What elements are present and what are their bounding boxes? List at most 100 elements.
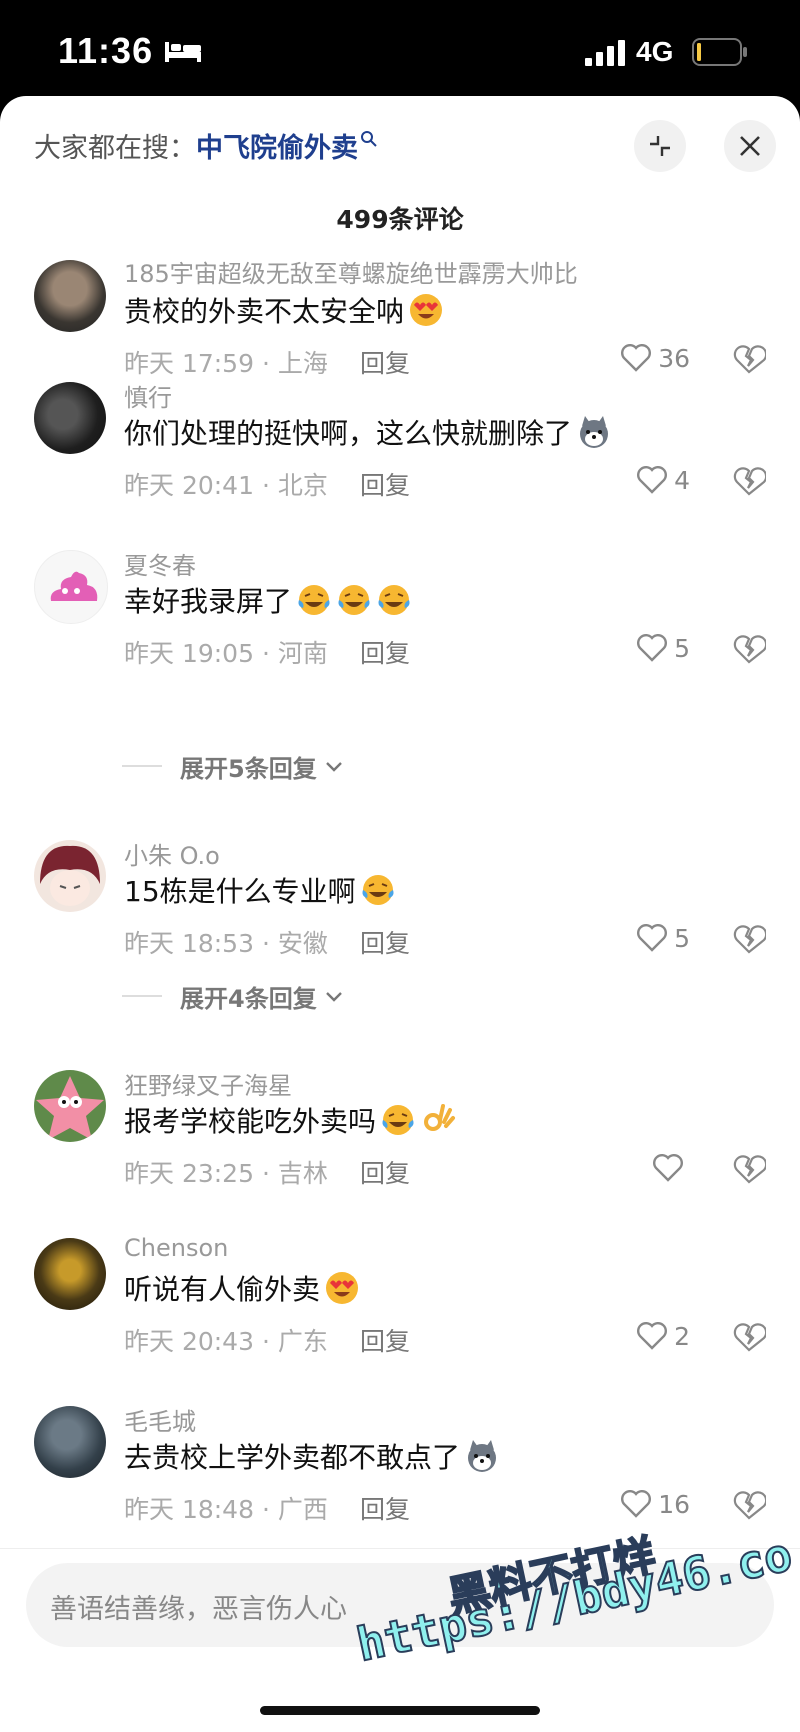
comment-text-content: 你们处理的挺快啊，这么快就删除了: [124, 417, 573, 450]
laughing-tears-emoji-icon: [338, 585, 370, 615]
laughing-tears-emoji-icon: [298, 585, 330, 615]
reply-button[interactable]: 回复: [360, 344, 410, 380]
broken-heart-icon[interactable]: [732, 1320, 766, 1354]
comment-item: 夏冬春 幸好我录屏了 昨天 19:05 · 河南 回复 5: [0, 550, 800, 710]
trending-search-term[interactable]: 中飞院偷外卖: [196, 126, 358, 165]
comment-count: 499条评论: [336, 205, 464, 234]
comment-meta: 昨天 20:43 · 广东: [124, 1327, 328, 1356]
like-button[interactable]: 5: [636, 632, 690, 664]
comment-meta: 昨天 23:25 · 吉林: [124, 1159, 328, 1188]
comment-username[interactable]: 小朱 O.o: [124, 836, 220, 871]
like-count: 4: [674, 465, 690, 495]
comment-meta: 昨天 19:05 · 河南: [124, 639, 328, 668]
like-button[interactable]: 36: [620, 342, 690, 374]
broken-heart-icon[interactable]: [732, 1488, 766, 1522]
like-button[interactable]: 5: [636, 922, 690, 954]
like-button[interactable]: 2: [636, 1320, 690, 1352]
like-count: 2: [674, 1321, 690, 1351]
reply-button[interactable]: 回复: [360, 1322, 410, 1358]
like-button[interactable]: [652, 1152, 690, 1184]
avatar[interactable]: [34, 260, 106, 332]
like-button[interactable]: 4: [636, 464, 690, 496]
like-count: 16: [658, 1489, 690, 1519]
reply-button[interactable]: 回复: [360, 634, 410, 670]
cellular-signal-icon: [585, 40, 625, 66]
heart-icon: [621, 1490, 652, 1518]
comment-item: Chenson 听说有人偷外卖 昨天 20:43 · 广东 回复 2: [0, 1234, 800, 1398]
avatar[interactable]: [34, 382, 106, 454]
comment-username[interactable]: 慎行: [124, 378, 172, 413]
comment-meta: 昨天 17:59 · 上海: [124, 349, 328, 378]
expand-replies-button[interactable]: 展开5条回复: [122, 746, 522, 786]
reply-button[interactable]: 回复: [360, 466, 410, 502]
chevron-down-icon: [325, 762, 342, 772]
close-icon: [740, 136, 760, 156]
avatar[interactable]: [34, 1070, 106, 1142]
reply-button[interactable]: 回复: [360, 1490, 410, 1526]
chevron-down-icon: [325, 992, 342, 1002]
comment-text-content: 报考学校能吃外卖吗: [124, 1105, 377, 1138]
like-button[interactable]: 16: [620, 1488, 690, 1520]
comment-username[interactable]: 狂野绿叉子海星: [124, 1066, 292, 1101]
comment-input-bar: 善语结善缘，恶言伤人心 黑料不打烊 https://bdy46.co: [0, 1526, 800, 1732]
comment-text-content: 去贵校上学外卖都不敢点了: [124, 1441, 461, 1474]
trending-search-label: 大家都在搜：: [34, 132, 196, 164]
avatar-image: [40, 845, 100, 906]
broken-heart-icon[interactable]: [732, 1152, 766, 1186]
comment-meta: 昨天 20:41 · 北京: [124, 471, 328, 500]
collapse-button[interactable]: [634, 120, 686, 172]
like-count: 5: [674, 923, 690, 953]
heart-icon: [637, 1322, 668, 1350]
expand-replies-label: 展开5条回复: [180, 754, 317, 783]
broken-heart-icon[interactable]: [732, 922, 766, 956]
heart-icon: [637, 924, 668, 952]
laughing-tears-emoji-icon: [362, 875, 394, 905]
broken-heart-icon[interactable]: [732, 464, 766, 498]
comment-username[interactable]: 185宇宙超级无敌至尊螺旋绝世霹雳大帅比: [124, 254, 578, 289]
divider-line: [122, 765, 162, 767]
battery-low-icon: [692, 38, 747, 66]
trending-search[interactable]: 大家都在搜： 中飞院偷外卖: [34, 120, 378, 170]
comment-meta: 昨天 18:48 · 广西: [124, 1495, 328, 1524]
avatar-image: [36, 1076, 104, 1140]
comment-text-content: 15栋是什么专业啊: [124, 875, 356, 908]
home-indicator[interactable]: [260, 1706, 540, 1715]
comment-username[interactable]: 毛毛城: [124, 1402, 196, 1437]
heart-icon: [621, 344, 652, 372]
like-count: 36: [658, 343, 690, 373]
comment-meta: 昨天 18:53 · 安徽: [124, 929, 328, 958]
heart-icon: [653, 1154, 683, 1182]
avatar[interactable]: [34, 840, 106, 912]
comment-item: 慎行 你们处理的挺快啊，这么快就删除了 昨天 20:41 · 北京 回复 4: [0, 382, 800, 542]
laughing-tears-emoji-icon: [378, 585, 410, 615]
avatar[interactable]: [34, 1406, 106, 1478]
avatar-image: [50, 571, 98, 601]
like-count: 5: [674, 633, 690, 663]
broken-heart-icon[interactable]: [732, 342, 766, 376]
close-button[interactable]: [724, 120, 776, 172]
avatar[interactable]: [34, 550, 108, 624]
comment-text: 幸好我录屏了: [124, 580, 412, 620]
husky-emoji-icon: [468, 1440, 497, 1472]
comment-username[interactable]: 夏冬春: [124, 546, 196, 581]
comments-sheet: 大家都在搜： 中飞院偷外卖 499条评论 185宇宙超级无敌至尊螺旋绝世霹雳大帅…: [0, 96, 800, 1732]
comment-item: 毛毛城 去贵校上学外卖都不敢点了 昨天 18:48 · 广西 回复 16: [0, 1406, 800, 1566]
comment-text: 听说有人偷外卖: [124, 1268, 360, 1308]
ok-hand-emoji-icon: [424, 1104, 456, 1131]
search-icon: [361, 131, 377, 147]
laughing-tears-emoji-icon: [382, 1105, 414, 1135]
comment-text-content: 听说有人偷外卖: [124, 1273, 321, 1306]
expand-replies-button[interactable]: 展开4条回复: [122, 976, 522, 1016]
comment-text-content: 幸好我录屏了: [124, 585, 293, 618]
broken-heart-icon[interactable]: [732, 632, 766, 666]
comment-input-placeholder: 善语结善缘，恶言伤人心: [50, 1594, 347, 1625]
network-type: 4G: [636, 36, 674, 67]
comment-item: 狂野绿叉子海星 报考学校能吃外卖吗 昨天 23:25 · 吉林 回复: [0, 1070, 800, 1230]
reply-button[interactable]: 回复: [360, 1154, 410, 1190]
comment-text: 去贵校上学外卖都不敢点了: [124, 1436, 500, 1476]
avatar[interactable]: [34, 1238, 106, 1310]
reply-button[interactable]: 回复: [360, 924, 410, 960]
comment-username[interactable]: Chenson: [124, 1234, 228, 1262]
status-time: 11:36: [58, 30, 154, 71]
husky-emoji-icon: [580, 416, 609, 448]
